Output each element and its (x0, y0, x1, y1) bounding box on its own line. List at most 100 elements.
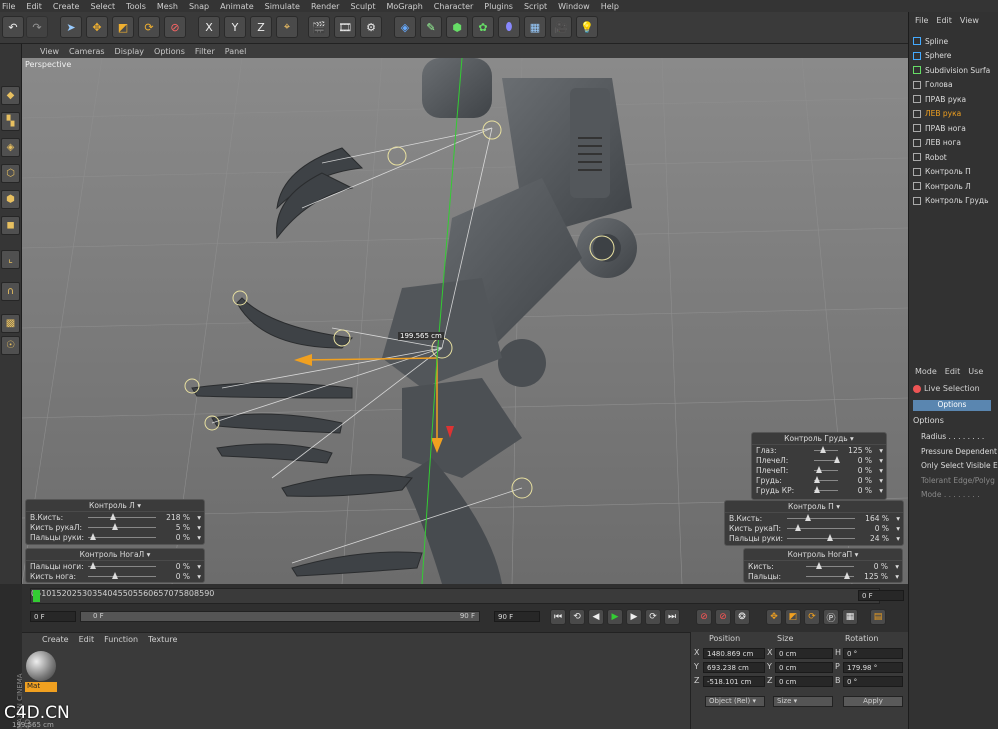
undo-icon[interactable]: ↶ (2, 16, 24, 38)
y-axis-lock-button[interactable]: Y (224, 16, 246, 38)
menu-item-select[interactable]: Select (90, 2, 115, 11)
dropdown-arrow-icon[interactable]: ▾ (197, 523, 201, 532)
x-axis-lock-button[interactable]: X (198, 16, 220, 38)
menu-item-tools[interactable]: Tools (126, 2, 146, 11)
control-value[interactable]: 125 % (848, 446, 872, 455)
tab-options[interactable]: Options (913, 400, 991, 411)
timeline-icon[interactable]: ▤ (870, 609, 886, 625)
record-icon[interactable]: ⊘ (696, 609, 712, 625)
menu-item-simulate[interactable]: Simulate (265, 2, 300, 11)
dropdown-arrow-icon[interactable]: ▾ (879, 466, 883, 475)
menu-item-create[interactable]: Create (53, 2, 80, 11)
current-frame-field[interactable]: 0 F (858, 590, 904, 601)
control-slider-knob[interactable] (110, 513, 116, 520)
rotation-h-field[interactable]: 0 ° (843, 648, 903, 659)
dropdown-arrow-icon[interactable]: ▾ (896, 534, 900, 543)
control-track[interactable] (806, 566, 854, 567)
material-menu-create[interactable]: Create (42, 635, 69, 644)
object-menu-edit[interactable]: Edit (936, 16, 952, 25)
control-track[interactable] (814, 450, 838, 451)
attribute-option[interactable]: Mode . . . . . . . . (921, 490, 998, 505)
position-y-field[interactable]: 693.238 cm (703, 662, 765, 673)
start-frame-field[interactable]: 0 F (30, 611, 76, 622)
size-mode-select[interactable]: Size ▾ (773, 696, 833, 707)
control-slider-knob[interactable] (112, 523, 118, 530)
prev-frame-icon[interactable]: ◀ (588, 609, 604, 625)
viewport-menu-filter[interactable]: Filter (195, 47, 215, 56)
render-picture-viewer-icon[interactable]: 🎞 (334, 16, 356, 38)
object-list-item[interactable]: Контроль П (909, 165, 998, 180)
object-menu-file[interactable]: File (915, 16, 928, 25)
menu-item-sculpt[interactable]: Sculpt (350, 2, 375, 11)
control-value[interactable]: 24 % (870, 534, 889, 543)
menu-item-character[interactable]: Character (434, 2, 474, 11)
control-value[interactable]: 0 % (858, 466, 872, 475)
texture-axis-icon[interactable]: ◈ (1, 138, 20, 157)
control-value[interactable]: 0 % (176, 572, 190, 581)
workplane-icon[interactable]: ⌞ (1, 250, 20, 269)
object-list-item[interactable]: Голова (909, 78, 998, 93)
cube-icon[interactable]: ◈ (394, 16, 416, 38)
move-icon[interactable]: ✥ (86, 16, 108, 38)
control-slider-knob[interactable] (90, 562, 96, 569)
material-menu-texture[interactable]: Texture (148, 635, 177, 644)
attribute-option[interactable]: Radius . . . . . . . . (921, 432, 998, 447)
apply-button[interactable]: Apply (843, 696, 903, 707)
menu-item-file[interactable]: File (2, 2, 15, 11)
rotation-p-field[interactable]: 179.98 ° (843, 662, 903, 673)
dropdown-arrow-icon[interactable]: ▾ (895, 562, 899, 571)
z-axis-lock-button[interactable]: Z (250, 16, 272, 38)
magnet-icon[interactable]: ∩ (1, 282, 20, 301)
go-start-icon[interactable]: ⏮ (550, 609, 566, 625)
size-y-field[interactable]: 0 cm (775, 662, 833, 673)
control-slider-knob[interactable] (814, 486, 820, 493)
control-track[interactable] (88, 527, 156, 528)
floor-icon[interactable]: ▦ (524, 16, 546, 38)
object-list-item[interactable]: Spline (909, 34, 998, 49)
end-frame-field[interactable]: 90 F (494, 611, 540, 622)
menu-item-window[interactable]: Window (558, 2, 590, 11)
dropdown-arrow-icon[interactable]: ▾ (197, 513, 201, 522)
object-list-item[interactable]: Subdivision Surfa (909, 63, 998, 78)
dropdown-arrow-icon[interactable]: ▾ (895, 572, 899, 581)
size-x-field[interactable]: 0 cm (775, 648, 833, 659)
texture-icon[interactable]: ▚ (1, 112, 20, 131)
control-value[interactable]: 0 % (874, 562, 888, 571)
object-list-item[interactable]: Sphere (909, 49, 998, 64)
redo-icon[interactable]: ↷ (26, 16, 48, 38)
recent-tool-icon[interactable]: ⊘ (164, 16, 186, 38)
position-z-field[interactable]: -518.101 cm (703, 676, 765, 687)
object-list-item[interactable]: ЛЕВ рука (909, 107, 998, 122)
viewport-menu-cameras[interactable]: Cameras (69, 47, 105, 56)
dropdown-arrow-icon[interactable]: ▾ (879, 486, 883, 495)
live-selection-icon[interactable]: ➤ (60, 16, 82, 38)
attribute-option[interactable]: Only Select Visible El (921, 461, 998, 476)
keyframe-selection-icon[interactable]: ❂ (734, 609, 750, 625)
viewport[interactable]: Perspective 199.565 cm ✥⬍⬌▫ Контроль Гру… (22, 58, 908, 584)
attribute-menu-use[interactable]: Use (968, 367, 983, 376)
dropdown-arrow-icon[interactable]: ▾ (879, 456, 883, 465)
go-end-icon[interactable]: ⏭ (664, 609, 680, 625)
rotate-icon[interactable]: ⟳ (138, 16, 160, 38)
position-x-field[interactable]: 1480.869 cm (703, 648, 765, 659)
spline-pen-icon[interactable]: ✎ (420, 16, 442, 38)
control-slider-knob[interactable] (90, 533, 96, 540)
control-track[interactable] (787, 538, 855, 539)
attribute-option[interactable]: Tolerant Edge/Polyg (921, 476, 998, 491)
scale-icon[interactable]: ◩ (112, 16, 134, 38)
control-slider-knob[interactable] (816, 466, 822, 473)
viewport-menu-panel[interactable]: Panel (225, 47, 247, 56)
control-value[interactable]: 0 % (858, 456, 872, 465)
menu-item-snap[interactable]: Snap (189, 2, 209, 11)
control-value[interactable]: 0 % (875, 524, 889, 533)
next-key-icon[interactable]: ⟳ (645, 609, 661, 625)
control-track[interactable] (88, 517, 156, 518)
menu-item-mograph[interactable]: MoGraph (386, 2, 422, 11)
control-value[interactable]: 0 % (176, 562, 190, 571)
snap-icon[interactable]: ☉ (1, 336, 20, 355)
edges-mode-icon[interactable]: ⬢ (1, 190, 20, 209)
control-slider-knob[interactable] (112, 572, 118, 579)
control-value[interactable]: 125 % (864, 572, 888, 581)
control-value[interactable]: 218 % (166, 513, 190, 522)
control-value[interactable]: 164 % (865, 514, 889, 523)
